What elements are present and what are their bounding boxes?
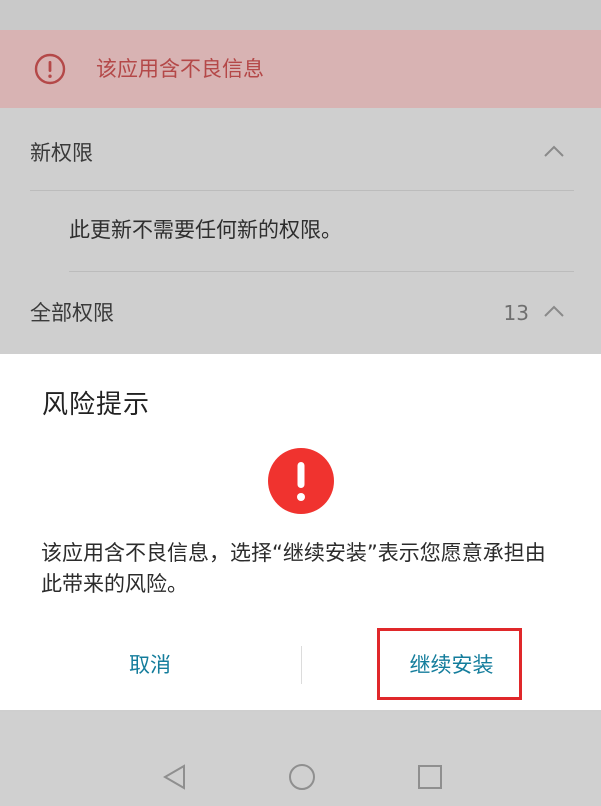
all-permissions-count: 13 xyxy=(503,301,529,325)
continue-install-button[interactable]: 继续安装 xyxy=(302,632,601,698)
screen: 该应用含不良信息 新权限 此更新不需要任何新的权限。 全部权限 13 风险提示 … xyxy=(0,0,601,806)
new-permissions-label: 新权限 xyxy=(30,141,93,165)
alert-icon xyxy=(268,448,334,514)
risk-dialog: 风险提示 该应用含不良信息，选择“继续安装”表示您愿意承担由此带来的风险。 取消… xyxy=(0,354,601,710)
divider xyxy=(69,271,574,272)
warning-text: 该应用含不良信息 xyxy=(96,57,264,81)
alert-circle-icon xyxy=(34,53,66,85)
home-icon[interactable] xyxy=(287,762,317,792)
top-strip xyxy=(0,0,601,30)
dialog-message: 该应用含不良信息，选择“继续安装”表示您愿意承担由此带来的风险。 xyxy=(41,541,546,596)
warning-banner: 该应用含不良信息 xyxy=(0,30,601,108)
chevron-up-icon[interactable] xyxy=(543,304,565,318)
navigation-bar xyxy=(0,712,601,806)
back-icon[interactable] xyxy=(160,762,190,792)
new-permissions-header[interactable]: 新权限 xyxy=(0,114,601,192)
recents-icon[interactable] xyxy=(415,762,445,792)
new-permissions-note: 此更新不需要任何新的权限。 xyxy=(69,218,342,242)
dialog-title: 风险提示 xyxy=(42,390,151,420)
all-permissions-label: 全部权限 xyxy=(30,301,114,325)
cancel-button[interactable]: 取消 xyxy=(0,632,300,698)
chevron-up-icon[interactable] xyxy=(543,144,565,158)
all-permissions-header[interactable]: 全部权限 13 xyxy=(0,274,601,352)
